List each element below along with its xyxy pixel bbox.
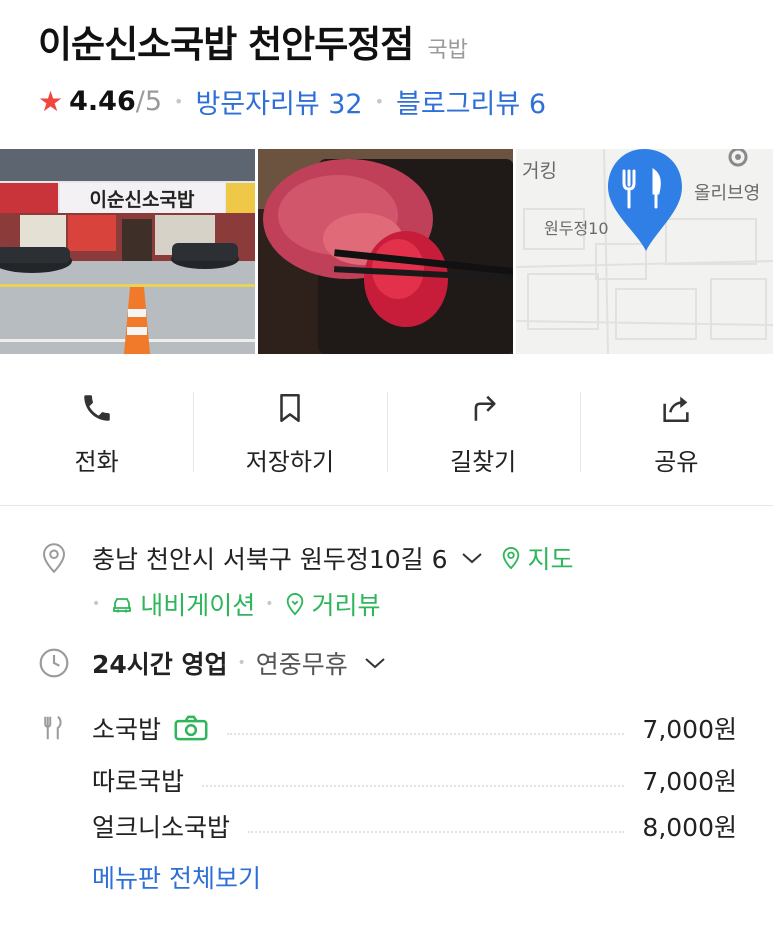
food-photo[interactable]: [258, 149, 513, 354]
separator-dot: •: [265, 596, 274, 612]
dotted-leader: [202, 785, 625, 787]
separator-dot: •: [174, 92, 184, 111]
see-all-menu-link[interactable]: 메뉴판 전체보기: [92, 859, 261, 895]
dotted-leader: [227, 733, 625, 735]
store-sign-text: 이순신소국밥: [90, 189, 195, 211]
separator-dot: •: [92, 596, 101, 612]
map-label-store: 올리브영: [694, 183, 760, 204]
section-divider: [0, 505, 773, 506]
map-link[interactable]: 지도: [500, 540, 574, 576]
chevron-down-icon[interactable]: [362, 655, 388, 671]
store-photo-image: 이순신소국밥: [0, 149, 255, 354]
dotted-leader: [248, 831, 625, 833]
store-photo[interactable]: 이순신소국밥: [0, 149, 255, 354]
blog-reviews-link[interactable]: 블로그리뷰 6: [396, 82, 546, 121]
map-link-label: 지도: [527, 545, 574, 574]
address-text: 충남 천안시 서북구 원두정10길 6: [92, 545, 448, 574]
call-label: 전화: [74, 448, 119, 476]
street-view-label: 거리뷰: [311, 591, 381, 620]
camera-icon[interactable]: [173, 714, 209, 742]
info-section: 충남 천안시 서북구 원두정10길 6 지도 • 내비게이션 • 거리뷰 24시…: [36, 535, 737, 905]
street-view-link[interactable]: 거리뷰: [284, 586, 381, 622]
menu-item-price: 7,000원: [642, 715, 737, 744]
menu-item: 따로국밥 7,000원: [92, 762, 737, 798]
share-label: 공유: [654, 448, 699, 476]
place-category: 국밥: [427, 38, 468, 63]
menu-item-name: 따로국밥: [92, 767, 185, 796]
menu-item-name: 얼크니소국밥: [92, 813, 231, 842]
directions-button[interactable]: 길찾기: [386, 378, 580, 488]
menu-item-price: 7,000원: [642, 767, 737, 796]
directions-icon: [463, 388, 503, 428]
rating-score: 4.46: [69, 86, 136, 117]
rating-row: ★ 4.46 /5 • 방문자리뷰 32 • 블로그리뷰 6: [38, 82, 753, 121]
separator-dot: •: [374, 92, 385, 111]
menu-item: 얼크니소국밥 8,000원: [92, 808, 737, 844]
menu-row: 소국밥 7,000원: [36, 699, 737, 757]
car-icon: [113, 598, 132, 613]
location-pin-icon: [36, 540, 72, 576]
navigation-label: 내비게이션: [140, 591, 256, 620]
rating-max: /5: [135, 86, 163, 117]
map-image: 거킹 올리브영 원두정10: [516, 149, 773, 354]
hours-status: 24시간 영업: [92, 650, 228, 679]
photo-strip: 이순신소국밥 거킹 올리브영 원두정10: [0, 149, 773, 354]
hours-row[interactable]: 24시간 영업 • 연중무휴: [36, 627, 737, 699]
place-header: 이순신소국밥 천안두정점 국밥 ★ 4.46 /5 • 방문자리뷰 32 • 블…: [38, 14, 753, 121]
directions-label: 길찾기: [450, 448, 517, 476]
action-bar: 전화 저장하기 길찾기 공유: [0, 378, 773, 488]
separator-dot: •: [237, 655, 246, 671]
menu-row: 따로국밥 7,000원: [36, 757, 737, 803]
menu-item: 소국밥 7,000원: [92, 710, 737, 746]
visitor-reviews-link[interactable]: 방문자리뷰 32: [195, 82, 362, 121]
menu-row: 얼크니소국밥 8,000원: [36, 803, 737, 849]
save-label: 저장하기: [245, 448, 335, 476]
call-button[interactable]: 전화: [0, 378, 193, 488]
bookmark-icon: [270, 388, 310, 428]
address-row: 충남 천안시 서북구 원두정10길 6 지도: [36, 535, 737, 581]
map-label-street: 원두정10: [544, 219, 609, 238]
map-pin-small-icon: [502, 547, 519, 570]
share-button[interactable]: 공유: [579, 378, 773, 488]
hours-note: 연중무휴: [255, 650, 348, 679]
address-links-row: • 내비게이션 • 거리뷰: [36, 581, 737, 627]
menu-item-price: 8,000원: [642, 813, 737, 842]
share-icon: [656, 388, 696, 428]
navigation-link[interactable]: 내비게이션: [110, 586, 255, 622]
fork-knife-icon: [36, 710, 72, 746]
menu-item-name: 소국밥: [92, 715, 162, 744]
place-name: 이순신소국밥 천안두정점: [38, 23, 414, 66]
clock-icon: [36, 645, 72, 681]
see-all-menu-row: 메뉴판 전체보기: [36, 849, 737, 905]
map-thumbnail[interactable]: 거킹 올리브영 원두정10: [516, 149, 773, 354]
chevron-down-icon[interactable]: [460, 550, 484, 566]
map-label-burger: 거킹: [522, 160, 557, 182]
star-icon: ★: [38, 85, 64, 118]
street-view-icon: [286, 593, 303, 616]
phone-icon: [77, 388, 117, 428]
save-button[interactable]: 저장하기: [193, 378, 386, 488]
food-photo-image: [258, 149, 513, 354]
